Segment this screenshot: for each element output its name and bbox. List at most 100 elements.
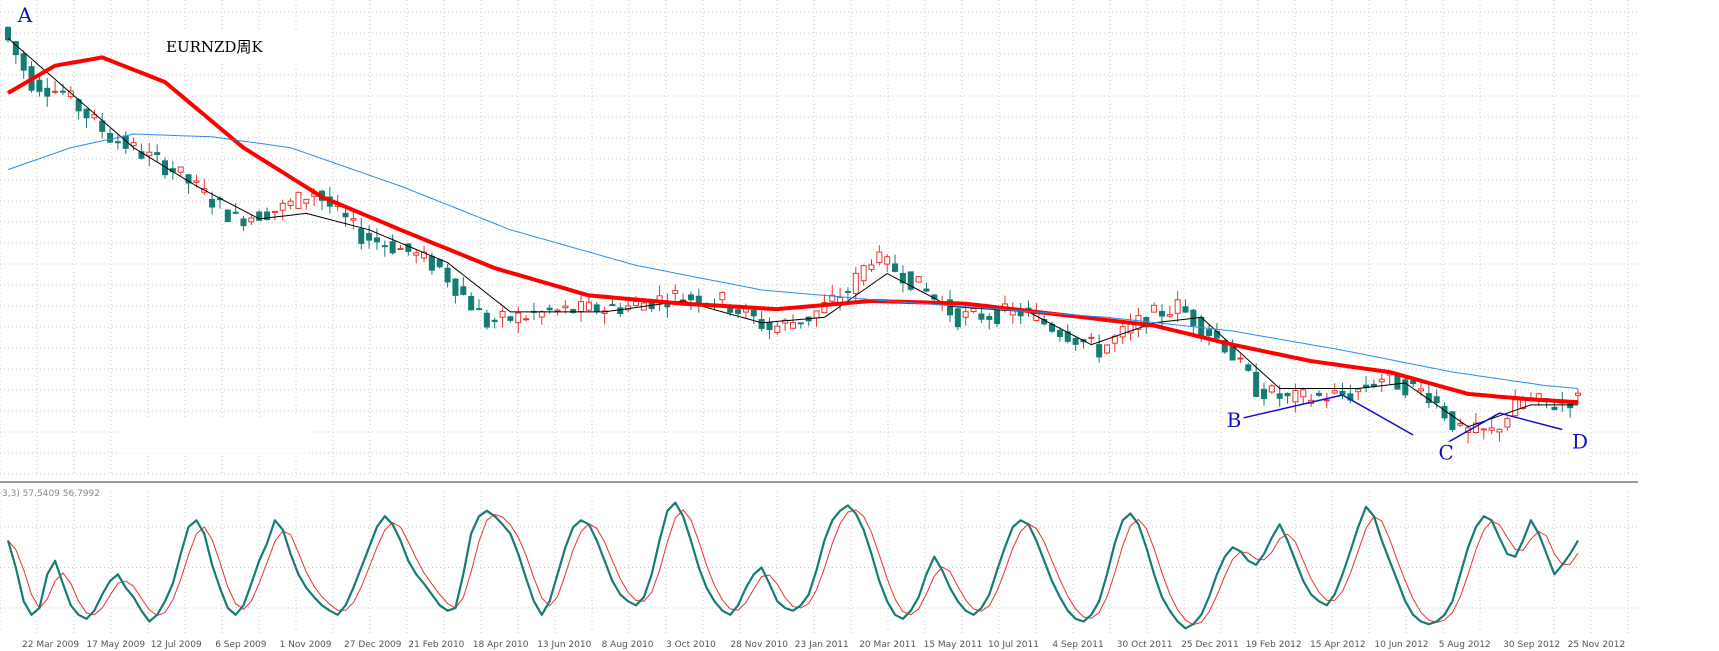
- date-tick-label: 21 Feb 2010: [408, 640, 464, 650]
- bull-candle: [1174, 299, 1181, 314]
- bear-candle: [44, 87, 51, 97]
- date-tick-label: 4 Sep 2011: [1052, 640, 1103, 650]
- bull-candle: [271, 210, 278, 213]
- bull-candle: [1331, 390, 1338, 394]
- bear-candle: [358, 228, 365, 244]
- bear-candle: [436, 259, 443, 268]
- bear-candle: [114, 141, 121, 144]
- bear-candle: [994, 309, 1001, 324]
- bear-candle: [452, 278, 459, 296]
- bear-candle: [758, 319, 765, 329]
- date-tick-label: 1 Nov 2009: [280, 640, 332, 650]
- bear-candle: [1276, 393, 1283, 399]
- date-tick-label: 22 Mar 2009: [22, 640, 79, 650]
- date-tick-label: 8 Aug 2010: [602, 640, 654, 650]
- bull-candle: [1378, 378, 1385, 383]
- bull-candle: [146, 151, 153, 157]
- bear-candle: [232, 211, 239, 214]
- bull-candle: [1237, 357, 1244, 360]
- bear-candle: [224, 209, 231, 223]
- chart-title: EURNZD周K: [166, 38, 263, 56]
- bull-candle: [633, 300, 639, 306]
- bear-candle: [1198, 316, 1205, 336]
- bull-candle: [295, 191, 302, 209]
- oscillator-value-label: 3,3) 57.5409 56.7992: [2, 489, 100, 499]
- bull-candle: [1151, 304, 1158, 313]
- bear-candle: [209, 198, 216, 208]
- bear-candle: [99, 120, 106, 132]
- bear-candle: [1182, 306, 1189, 313]
- bull-candle: [193, 180, 200, 183]
- date-tick-label: 10 Jul 2011: [988, 640, 1039, 650]
- bear-candle: [546, 307, 553, 311]
- bear-candle: [1410, 380, 1417, 385]
- bull-candle: [1504, 418, 1511, 428]
- bear-candle: [1213, 330, 1220, 339]
- date-tick-label: 17 May 2009: [86, 640, 145, 650]
- bull-candle: [287, 200, 294, 207]
- bear-candle: [483, 312, 490, 328]
- bull-candle: [1104, 344, 1110, 354]
- bull-candle: [915, 276, 922, 283]
- bull-candle: [1119, 326, 1126, 338]
- bear-candle: [978, 313, 985, 320]
- bear-candle: [1284, 392, 1291, 397]
- ma_slow-line: [7, 133, 1579, 389]
- bull-candle: [876, 251, 883, 264]
- bull-candle: [860, 265, 867, 282]
- bear-candle: [609, 304, 616, 307]
- date-tick-label: 30 Oct 2011: [1117, 640, 1173, 650]
- date-tick-label: 18 Apr 2010: [473, 640, 529, 650]
- point-label-b: B: [1227, 408, 1242, 432]
- date-tick-label: 3 Oct 2010: [666, 640, 716, 650]
- date-tick-label: 15 Apr 2012: [1310, 640, 1366, 650]
- bear-candle: [154, 152, 161, 156]
- bull-candle: [1575, 392, 1581, 396]
- bull-candle: [523, 318, 530, 321]
- bull-candle: [52, 90, 59, 93]
- bull-candle: [1512, 399, 1519, 417]
- date-tick-label: 23 Jan 2011: [795, 640, 849, 650]
- bear-candle: [507, 316, 514, 321]
- bear-candle: [735, 309, 742, 314]
- bear-candle: [892, 263, 899, 272]
- bull-candle: [1418, 388, 1424, 392]
- bull-candle: [554, 309, 561, 312]
- bear-candle: [381, 245, 388, 248]
- bull-candle: [1323, 399, 1330, 402]
- bull-candle: [1480, 428, 1487, 431]
- point-label-c: C: [1439, 441, 1454, 465]
- bull-candle: [852, 272, 859, 295]
- bull-candle: [397, 247, 404, 250]
- bull-candle: [585, 301, 592, 311]
- bull-candle: [578, 301, 585, 313]
- main-grid: [0, 0, 1638, 476]
- date-tick-label: 20 Mar 2011: [859, 640, 916, 650]
- bear-candle: [5, 26, 11, 41]
- bull-candle: [884, 256, 891, 265]
- bear-candle: [766, 321, 773, 331]
- bear-candle: [1261, 388, 1267, 400]
- date-tick-label: 30 Sep 2012: [1503, 640, 1560, 650]
- bear-candle: [373, 237, 380, 243]
- bear-candle: [1253, 371, 1260, 397]
- bull-candle: [130, 142, 137, 147]
- bear-candle: [1339, 390, 1346, 396]
- oscillator-lines: [6, 501, 1579, 630]
- point-label-a: A: [17, 3, 33, 27]
- bear-candle: [1017, 311, 1024, 317]
- bear-candle: [1394, 374, 1401, 390]
- bull-candle: [813, 310, 820, 319]
- bull-candle: [177, 166, 184, 173]
- bull-candle: [413, 252, 420, 256]
- bull-candle: [1292, 389, 1299, 403]
- bear-candle: [1433, 396, 1440, 404]
- bear-candle: [1315, 392, 1322, 396]
- bear-candle: [83, 108, 90, 119]
- bear-candle: [750, 309, 757, 317]
- bear-candle: [954, 308, 961, 328]
- date-axis: 22 Mar 2009 17 May 2009 12 Jul 2009 6 Sep 2…: [22, 640, 1625, 650]
- date-tick-label: 10 Jun 2012: [1374, 640, 1428, 650]
- bear-candle: [1158, 310, 1165, 317]
- bull-candle: [1488, 427, 1495, 431]
